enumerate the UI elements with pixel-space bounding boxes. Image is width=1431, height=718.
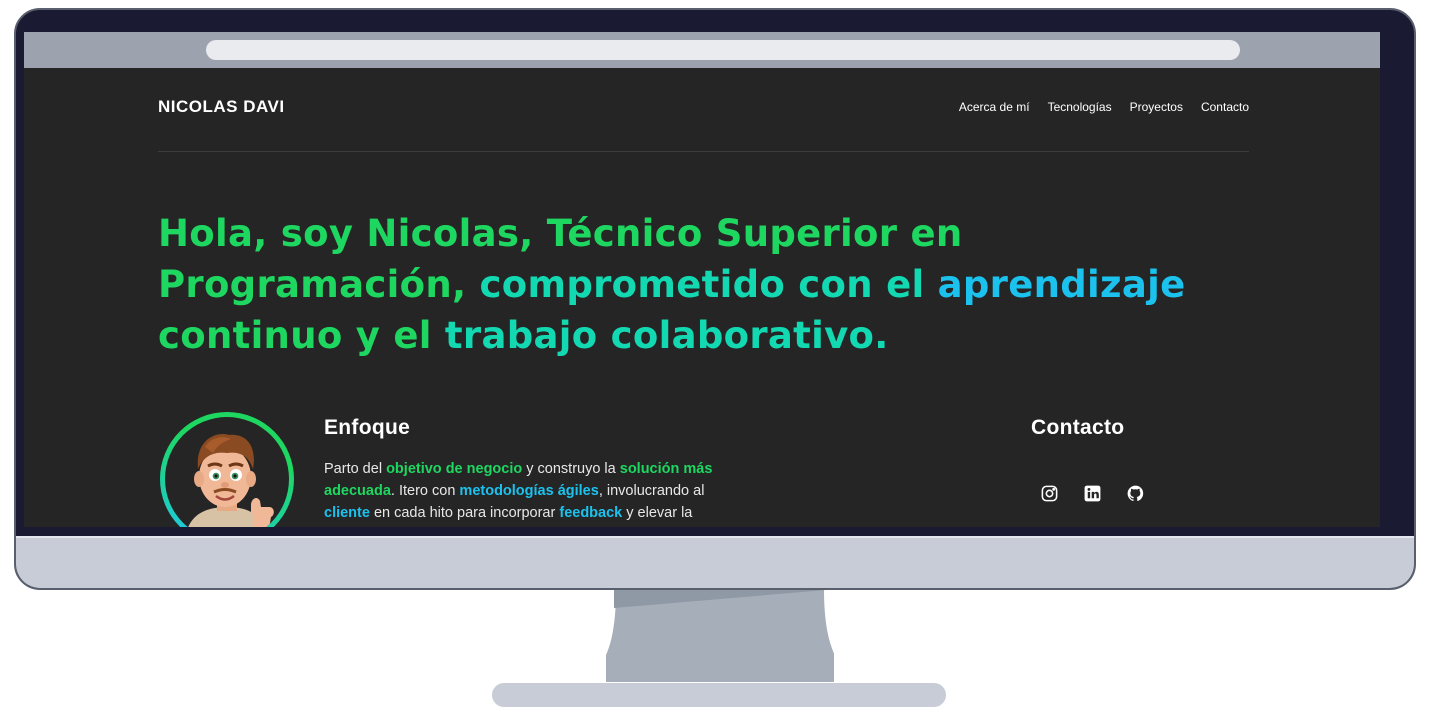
nav-link-technologies[interactable]: Tecnologías [1048, 100, 1112, 114]
focus-text: Parto del objetivo de negocio y construy… [324, 458, 744, 527]
github-icon[interactable] [1126, 484, 1145, 503]
navbar: NICOLAS DAVI Acerca de mí Tecnologías Pr… [158, 68, 1249, 152]
hero-heading: Hola, soy Nicolas, Técnico Superior en P… [158, 208, 1218, 361]
focus-text-2: y construyo la [522, 461, 620, 477]
social-links [1040, 484, 1145, 503]
hero-part-3: Programación, [158, 263, 480, 306]
hero-part-5: aprendizaje [937, 263, 1186, 306]
focus-text-5: en cada hito para incorporar [369, 505, 560, 521]
nav-links: Acerca de mí Tecnologías Proyectos Conta… [959, 100, 1249, 114]
screen: NICOLAS DAVI Acerca de mí Tecnologías Pr… [24, 32, 1380, 527]
browser-bar [24, 32, 1380, 68]
linkedin-icon[interactable] [1083, 484, 1102, 503]
url-bar[interactable] [206, 40, 1240, 60]
focus-text-6: y elevar la [622, 505, 693, 521]
focus-text-4: , involucrando al [598, 483, 705, 499]
focus-highlight-feedback: feedback [559, 505, 623, 521]
hero-part-4: comprometido con el [479, 263, 938, 306]
focus-highlight-business-goal: objetivo de negocio [386, 461, 523, 477]
brand-logo[interactable]: NICOLAS DAVI [158, 97, 285, 117]
focus-highlight-client: cliente [324, 505, 370, 521]
hero-part-6: continuo y el [158, 314, 445, 357]
instagram-icon[interactable] [1040, 484, 1059, 503]
nav-link-contact[interactable]: Contacto [1201, 100, 1249, 114]
hero-part-2: Técnico Superior en [546, 212, 963, 255]
avatar [160, 412, 294, 527]
monitor-chin [16, 536, 1414, 588]
avatar-image [165, 417, 289, 527]
focus-highlight-agile: metodologías ágiles [459, 483, 599, 499]
hero-part-7: trabajo colaborativo. [444, 314, 889, 357]
contact-title: Contacto [1031, 416, 1125, 439]
hero-part-1: Hola, soy Nicolas, [158, 212, 547, 255]
nav-link-about[interactable]: Acerca de mí [959, 100, 1030, 114]
monitor-stand-base [492, 683, 946, 707]
focus-text-1: Parto del [324, 461, 387, 477]
focus-title: Enfoque [324, 416, 411, 439]
portfolio-page: NICOLAS DAVI Acerca de mí Tecnologías Pr… [24, 68, 1380, 527]
nav-link-projects[interactable]: Proyectos [1130, 100, 1183, 114]
focus-text-3: . Itero con [390, 483, 460, 499]
